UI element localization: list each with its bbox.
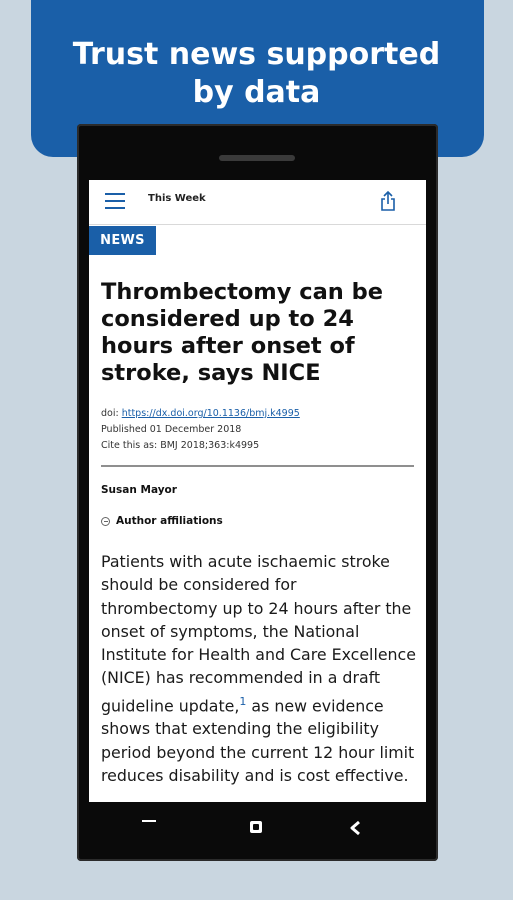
author-name[interactable]: Susan Mayor	[101, 484, 177, 496]
app-bar: This Week	[89, 180, 426, 225]
doi-label: doi:	[101, 408, 122, 419]
doi-line: doi: https://dx.doi.org/10.1136/bmj.k499…	[101, 406, 416, 422]
citation: Cite this as: BMJ 2018;363:k4995	[101, 440, 260, 451]
share-icon[interactable]	[379, 190, 397, 212]
published-date: Published 01 December 2018	[101, 424, 242, 435]
recent-apps-icon[interactable]	[142, 820, 156, 822]
article-body: Patients with acute ischaemic stroke sho…	[101, 550, 416, 787]
promo-title-line1: Trust news supported	[72, 37, 441, 72]
collapse-circle-icon	[101, 516, 110, 526]
app-title: This Week	[148, 193, 206, 204]
back-icon[interactable]	[349, 820, 363, 836]
hamburger-menu-icon[interactable]	[105, 193, 125, 209]
article-headline: Thrombectomy can be considered up to 24 …	[101, 279, 383, 386]
body-text-part1: Patients with acute ischaemic stroke sho…	[101, 552, 416, 716]
divider	[101, 465, 414, 467]
phone-speaker	[219, 155, 295, 161]
promo-title: Trust news supported by data	[0, 36, 513, 112]
article-meta: doi: https://dx.doi.org/10.1136/bmj.k499…	[101, 406, 416, 454]
section-badge[interactable]: NEWS	[89, 226, 156, 255]
home-icon[interactable]	[250, 821, 262, 833]
author-affiliations-label: Author affiliations	[116, 515, 223, 527]
app-screen: This Week NEWS Thrombectomy can be consi…	[89, 180, 426, 802]
author-affiliations-toggle[interactable]: Author affiliations	[101, 515, 223, 527]
promo-title-line2: by data	[192, 75, 321, 110]
system-nav-bar	[89, 802, 426, 854]
doi-link[interactable]: https://dx.doi.org/10.1136/bmj.k4995	[122, 408, 300, 419]
